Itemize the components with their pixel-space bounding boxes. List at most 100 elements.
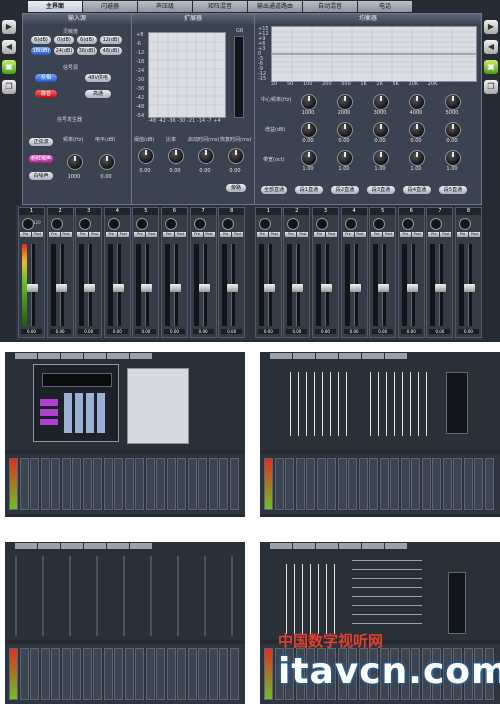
tab-automix[interactable]: 自动混音: [303, 1, 357, 12]
pre-button[interactable]: Pre: [256, 232, 268, 237]
fader-thumb[interactable]: [464, 284, 475, 292]
fader-thumb[interactable]: [198, 284, 210, 292]
mute-button[interactable]: 静音: [35, 90, 57, 98]
channel-trim-knob[interactable]: [316, 218, 328, 230]
band5-bypass-button[interactable]: 段5直通: [439, 186, 467, 194]
channel-trim-knob[interactable]: [107, 218, 120, 230]
band1-freq-knob[interactable]: [301, 94, 317, 110]
pre-button[interactable]: Pre: [457, 232, 468, 237]
tab-phone[interactable]: 电话: [358, 1, 412, 12]
expander-bypass-button[interactable]: 旁路: [226, 184, 246, 192]
band3-freq-knob[interactable]: [373, 94, 389, 110]
post-button[interactable]: Post: [469, 232, 480, 237]
band2-freq-knob[interactable]: [337, 94, 353, 110]
post-button[interactable]: Post: [268, 232, 280, 237]
arrow-right-icon[interactable]: ▶: [484, 20, 498, 34]
post-button[interactable]: Post: [354, 232, 366, 237]
level-knob[interactable]: [99, 154, 115, 170]
gain-48db-button[interactable]: 48(dB): [100, 47, 122, 55]
release-knob[interactable]: [228, 148, 244, 164]
pre-button[interactable]: Pre: [285, 232, 297, 237]
gain-12db-button[interactable]: 12(dB): [100, 36, 122, 44]
post-button[interactable]: Post: [440, 232, 452, 237]
band3-gain-knob[interactable]: [373, 122, 389, 138]
post-button[interactable]: Post: [326, 232, 337, 237]
gain-0db-button[interactable]: 0(dB): [54, 36, 74, 44]
band4-bypass-button[interactable]: 段4直通: [403, 186, 431, 194]
post-button[interactable]: Post: [60, 232, 72, 237]
fader-thumb[interactable]: [406, 284, 418, 292]
pre-button[interactable]: Pre: [371, 232, 383, 237]
pre-button[interactable]: Pre: [77, 232, 89, 237]
gain-18db-button[interactable]: 18(dB): [31, 47, 51, 55]
arrow-left-icon[interactable]: ◀: [484, 40, 498, 54]
pink-noise-button[interactable]: 粉红噪声: [29, 155, 53, 163]
gain-24db-button[interactable]: 24(dB): [54, 47, 74, 55]
post-button[interactable]: Post: [32, 232, 43, 237]
fader-thumb[interactable]: [378, 284, 390, 292]
channel-trim-knob[interactable]: [430, 218, 443, 230]
band1-bypass-button[interactable]: 段1直通: [295, 186, 323, 194]
channel-trim-knob[interactable]: [79, 218, 92, 230]
sine-wave-button[interactable]: 正弦波: [29, 138, 53, 146]
pre-button[interactable]: Pre: [105, 232, 117, 237]
fader-thumb[interactable]: [227, 284, 239, 292]
pre-button[interactable]: Pre: [20, 232, 31, 237]
channel-trim-knob[interactable]: [165, 218, 177, 230]
threshold-knob[interactable]: [138, 148, 154, 164]
tab-matrix[interactable]: 矩阵混音: [193, 1, 247, 12]
fader-thumb[interactable]: [435, 284, 447, 292]
arrow-right-icon[interactable]: ▶: [2, 20, 16, 34]
fader-thumb[interactable]: [84, 284, 96, 292]
post-button[interactable]: Post: [203, 232, 215, 237]
band5-gain-knob[interactable]: [445, 122, 461, 138]
copy-icon[interactable]: ❐: [2, 80, 16, 94]
post-button[interactable]: Post: [146, 232, 158, 237]
pre-button[interactable]: Pre: [342, 232, 354, 237]
fader-thumb[interactable]: [292, 284, 304, 292]
band2-gain-knob[interactable]: [337, 122, 353, 138]
inverse-button[interactable]: 反相: [35, 74, 57, 82]
gain-36db-button[interactable]: 36(dB): [77, 47, 97, 55]
fader-thumb[interactable]: [349, 284, 361, 292]
channel-trim-knob[interactable]: [373, 218, 386, 230]
gain-6db-button-2[interactable]: 6(dB): [77, 36, 97, 44]
pre-button[interactable]: Pre: [134, 232, 146, 237]
fader-thumb[interactable]: [55, 284, 67, 292]
post-button[interactable]: Post: [117, 232, 129, 237]
ratio-knob[interactable]: [168, 148, 184, 164]
band1-bw-knob[interactable]: [301, 150, 317, 166]
save-icon[interactable]: ▣: [2, 60, 16, 74]
band2-bw-knob[interactable]: [337, 150, 353, 166]
pre-button[interactable]: Pre: [163, 232, 174, 237]
arrow-left-icon[interactable]: ◀: [2, 40, 16, 54]
post-button[interactable]: Post: [297, 232, 309, 237]
band5-freq-knob[interactable]: [445, 94, 461, 110]
channel-trim-knob[interactable]: [50, 218, 63, 230]
channel-trim-knob[interactable]: [401, 218, 414, 230]
channel-trim-knob[interactable]: [287, 218, 300, 230]
tab-spl[interactable]: 声压级: [138, 1, 192, 12]
band4-freq-knob[interactable]: [409, 94, 425, 110]
fader-thumb[interactable]: [170, 284, 181, 292]
copy-icon[interactable]: ❐: [484, 80, 498, 94]
channel-trim-knob[interactable]: [258, 218, 271, 230]
pre-button[interactable]: Pre: [220, 232, 232, 237]
tab-main[interactable]: 主界面: [28, 1, 82, 12]
channel-trim-knob[interactable]: [136, 218, 149, 230]
pre-button[interactable]: Pre: [191, 232, 203, 237]
post-button[interactable]: Post: [411, 232, 423, 237]
band5-bw-knob[interactable]: [445, 150, 461, 166]
phantom-power-button[interactable]: 48V供电: [85, 74, 111, 82]
pre-button[interactable]: Pre: [314, 232, 325, 237]
post-button[interactable]: Post: [89, 232, 101, 237]
fader-thumb[interactable]: [27, 284, 38, 292]
band3-bypass-button[interactable]: 段3直通: [367, 186, 395, 194]
band4-bw-knob[interactable]: [409, 150, 425, 166]
frequency-knob[interactable]: [67, 154, 83, 170]
white-noise-button[interactable]: 白噪声: [29, 172, 53, 180]
band1-gain-knob[interactable]: [301, 122, 317, 138]
fader-thumb[interactable]: [141, 284, 153, 292]
attack-knob[interactable]: [198, 148, 214, 164]
channel-trim-knob[interactable]: [459, 218, 471, 230]
